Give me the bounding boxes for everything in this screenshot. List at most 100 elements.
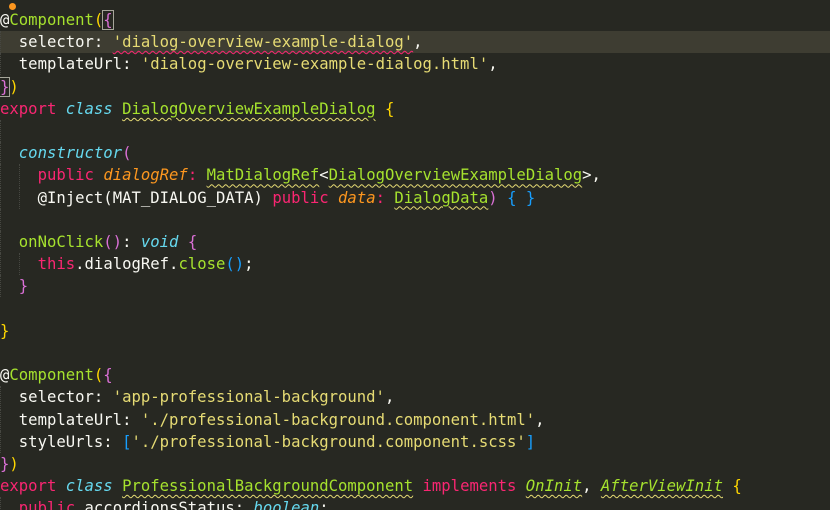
code-token: < [319, 166, 329, 185]
code-line[interactable]: templateUrl: 'dialog-overview-example-di… [0, 53, 830, 76]
code-token: public [18, 499, 76, 510]
code-line[interactable]: }) [0, 76, 830, 98]
code-token: selector: [18, 33, 113, 52]
indent-guide [0, 430, 19, 453]
indent-guide [18, 164, 38, 187]
code-token: dialogRef [103, 166, 188, 185]
code-line[interactable]: export class DialogOverviewExampleDialog… [0, 98, 830, 120]
code-token: ] [525, 432, 536, 451]
code-token: AfterViewInit [600, 477, 723, 496]
code-token: , [384, 388, 395, 407]
code-token: OnInit [525, 477, 583, 496]
code-line[interactable] [0, 208, 830, 231]
code-token: @ [0, 11, 10, 29]
code-line[interactable]: constructor( [0, 142, 830, 165]
code-token: { [732, 477, 742, 496]
code-line[interactable]: selector: 'dialog-overview-example-dialo… [0, 31, 830, 54]
code-line[interactable]: public accordionsStatus: boolean; [0, 497, 830, 510]
code-token: () [103, 233, 123, 251]
code-line[interactable] [0, 342, 830, 364]
code-token: DialogData [394, 188, 489, 207]
code-token: : [375, 188, 395, 207]
code-token: void [140, 233, 179, 251]
code-token: templateUrl: [18, 410, 141, 429]
code-token: templateUrl: [18, 55, 141, 74]
indent-guide [0, 53, 19, 76]
code-token: { } [507, 188, 536, 207]
code-token: implements [422, 477, 517, 496]
code-line[interactable]: public dialogRef: MatDialogRef<DialogOve… [0, 164, 830, 187]
code-token: , [582, 477, 601, 496]
code-line[interactable]: onNoClick(): void { [0, 231, 830, 253]
indent-guide [0, 275, 19, 298]
indent-guide [0, 164, 19, 187]
code-token: data [338, 188, 376, 207]
code-token: ( [122, 144, 132, 163]
code-line[interactable]: this.dialogRef.close(); [0, 253, 830, 276]
code-token: constructor [18, 144, 123, 163]
code-line[interactable]: export class ProfessionalBackgroundCompo… [0, 475, 830, 497]
indent-guide [0, 253, 19, 276]
code-token: @ [0, 366, 10, 385]
code-token: boolean [253, 499, 320, 510]
code-token: () [225, 255, 245, 274]
code-token: >, [582, 166, 601, 185]
indent-guide [0, 186, 19, 209]
code-token: Component [9, 11, 94, 29]
code-token: ) [9, 77, 19, 96]
code-token: Component [9, 366, 94, 385]
code-token: ( [93, 366, 104, 385]
code-line[interactable]: templateUrl: './professional-background.… [0, 408, 830, 431]
code-line[interactable]: }) [0, 453, 830, 475]
code-token: ( [93, 11, 104, 29]
code-token: } [0, 455, 10, 473]
code-line[interactable]: @Component({ [0, 9, 830, 31]
code-editor[interactable]: @Component({selector: 'dialog-overview-e… [0, 0, 830, 510]
code-token: onNoClick [18, 233, 104, 251]
code-token: class [65, 99, 113, 118]
code-token: .dialogRef. [75, 255, 179, 274]
code-line[interactable]: @Inject(MAT_DIALOG_DATA) public data: Di… [0, 186, 830, 209]
code-token: ProfessionalBackgroundComponent [122, 477, 414, 496]
code-token: ) [9, 455, 19, 473]
indent-guide [0, 231, 19, 253]
code-token: { [384, 99, 395, 118]
indent-guide [0, 497, 19, 510]
code-line[interactable]: selector: 'app-professional-background', [0, 386, 830, 409]
code-token: this [37, 255, 76, 274]
code-token: ; [244, 255, 254, 274]
code-line[interactable]: } [0, 320, 830, 342]
code-token: ) [488, 188, 508, 207]
code-token: @Inject(MAT_DIALOG_DATA) [37, 188, 273, 207]
code-token: : [187, 166, 207, 185]
code-line[interactable] [0, 298, 830, 320]
indent-guide [0, 386, 19, 409]
code-token: DialogOverviewExampleDialog [122, 99, 376, 118]
lightbulb-icon[interactable] [9, 3, 16, 10]
code-token: styleUrls: [18, 432, 123, 451]
indent-guide [0, 408, 19, 431]
code-token: { [103, 366, 113, 385]
code-token: DialogOverviewExampleDialog [328, 166, 583, 185]
indent-guide [18, 253, 38, 276]
code-token: 'dialog-overview-example-dialog' [112, 33, 414, 52]
code-line[interactable]: @Component({ [0, 364, 830, 386]
code-token: './professional-background.component.htm… [140, 410, 536, 429]
code-token: export [0, 477, 57, 496]
code-token: export [0, 99, 57, 118]
code-line[interactable]: styleUrls: ['./professional-background.c… [0, 430, 830, 453]
code-token: { [187, 233, 198, 251]
code-line[interactable] [0, 120, 830, 142]
code-line[interactable]: } [0, 275, 830, 298]
code-token: './professional-background.component.scs… [131, 432, 526, 451]
code-token: } [0, 76, 11, 97]
code-token: , [535, 410, 545, 429]
